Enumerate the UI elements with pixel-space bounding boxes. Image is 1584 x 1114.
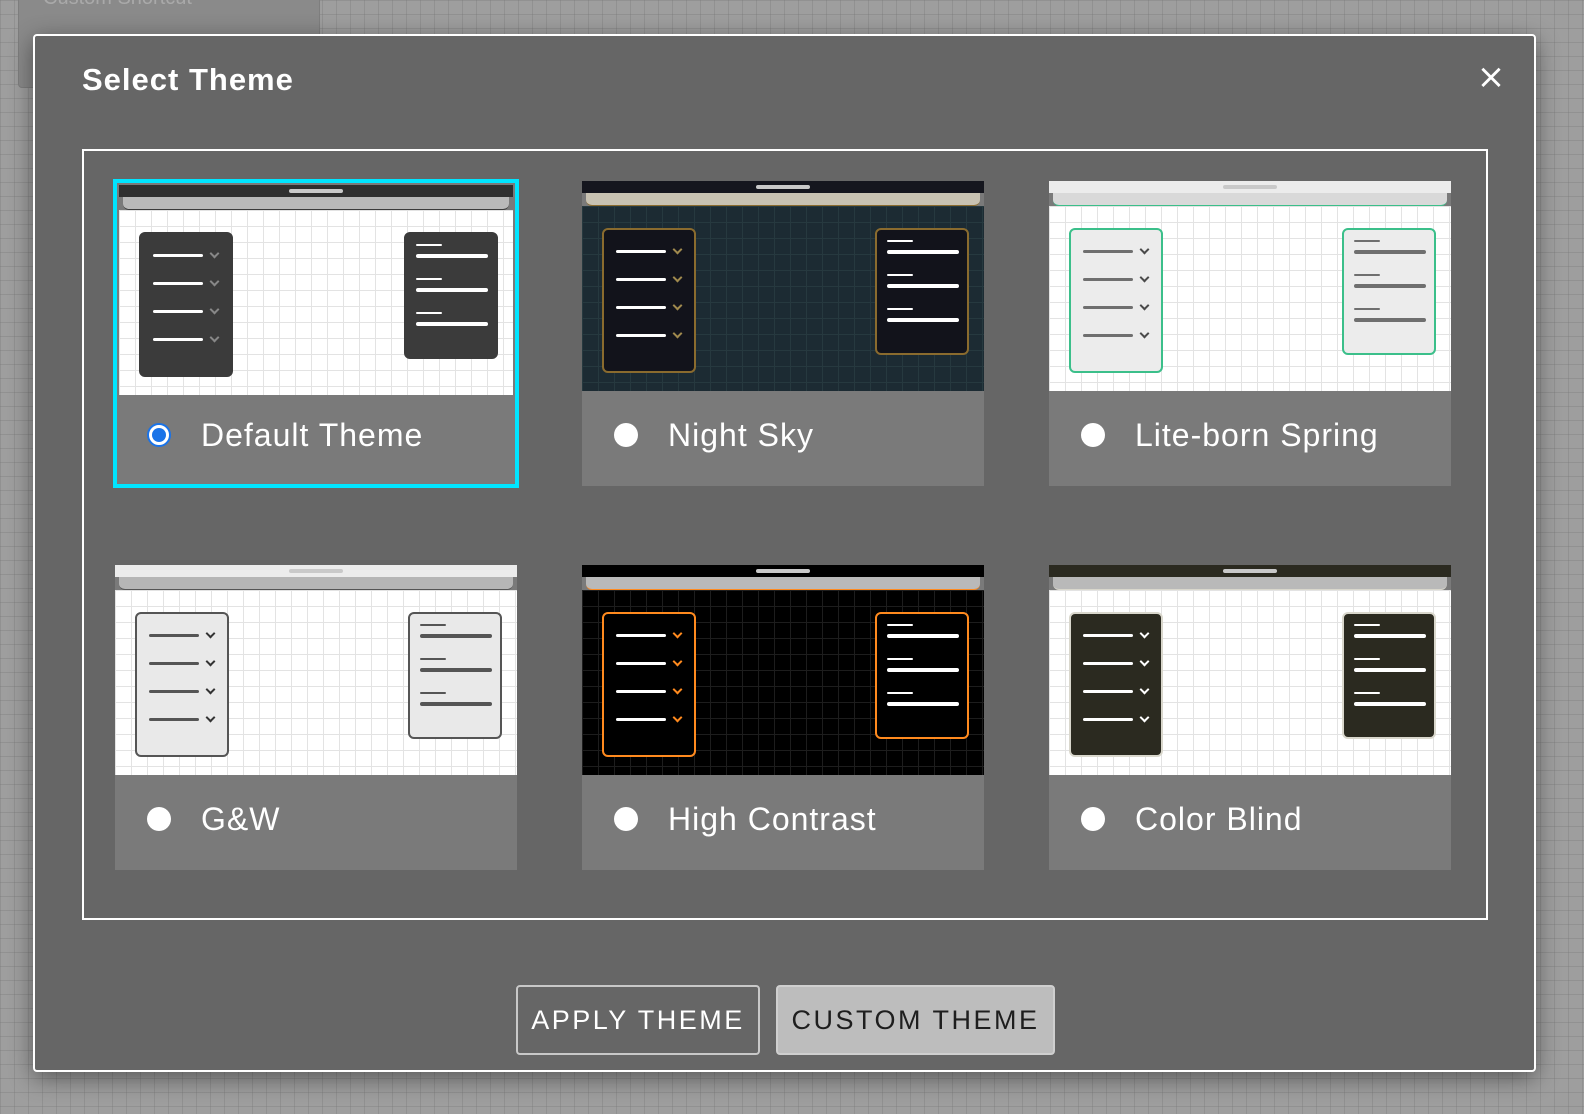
- theme-radio-color-blind[interactable]: [1081, 807, 1105, 831]
- theme-label-area: G&W: [115, 775, 517, 870]
- background-shortcut-label: Custom Shortcut: [43, 0, 192, 10]
- theme-radio-high-contrast[interactable]: [614, 807, 638, 831]
- apply-theme-button[interactable]: APPLY THEME: [516, 985, 760, 1055]
- theme-options-panel: Default Theme Night Sky Lite-born Spring G&…: [82, 149, 1488, 920]
- theme-card-default-theme[interactable]: Default Theme: [113, 179, 519, 488]
- theme-name: Night Sky: [668, 417, 814, 453]
- theme-radio-gw[interactable]: [147, 807, 171, 831]
- theme-radio-default-theme[interactable]: [147, 423, 171, 447]
- theme-card-gw[interactable]: G&W: [115, 565, 517, 870]
- custom-theme-button[interactable]: CUSTOM THEME: [776, 985, 1055, 1055]
- theme-preview: [119, 185, 513, 395]
- theme-name: G&W: [201, 801, 281, 837]
- theme-label-area: Night Sky: [582, 391, 984, 486]
- dialog-title: Select Theme: [82, 62, 294, 97]
- theme-card-high-contrast[interactable]: High Contrast: [582, 565, 984, 870]
- theme-name: Lite-born Spring: [1135, 417, 1379, 453]
- theme-card-color-blind[interactable]: Color Blind: [1049, 565, 1451, 870]
- theme-card-night-sky[interactable]: Night Sky: [582, 181, 984, 486]
- theme-name: Default Theme: [201, 417, 424, 453]
- theme-label-area: High Contrast: [582, 775, 984, 870]
- theme-preview: [582, 565, 984, 775]
- theme-radio-night-sky[interactable]: [614, 423, 638, 447]
- theme-preview: [1049, 181, 1451, 391]
- theme-card-lite-born-spring[interactable]: Lite-born Spring: [1049, 181, 1451, 486]
- select-theme-dialog: Select Theme × Default Theme Night Sky Lit…: [33, 34, 1536, 1072]
- theme-preview: [1049, 565, 1451, 775]
- theme-label-area: Lite-born Spring: [1049, 391, 1451, 486]
- theme-name: Color Blind: [1135, 801, 1303, 837]
- theme-preview: [582, 181, 984, 391]
- theme-label-area: Default Theme: [115, 391, 517, 486]
- theme-preview: [115, 565, 517, 775]
- theme-label-area: Color Blind: [1049, 775, 1451, 870]
- close-icon[interactable]: ×: [1476, 60, 1506, 94]
- theme-name: High Contrast: [668, 801, 877, 837]
- theme-radio-lite-born-spring[interactable]: [1081, 423, 1105, 447]
